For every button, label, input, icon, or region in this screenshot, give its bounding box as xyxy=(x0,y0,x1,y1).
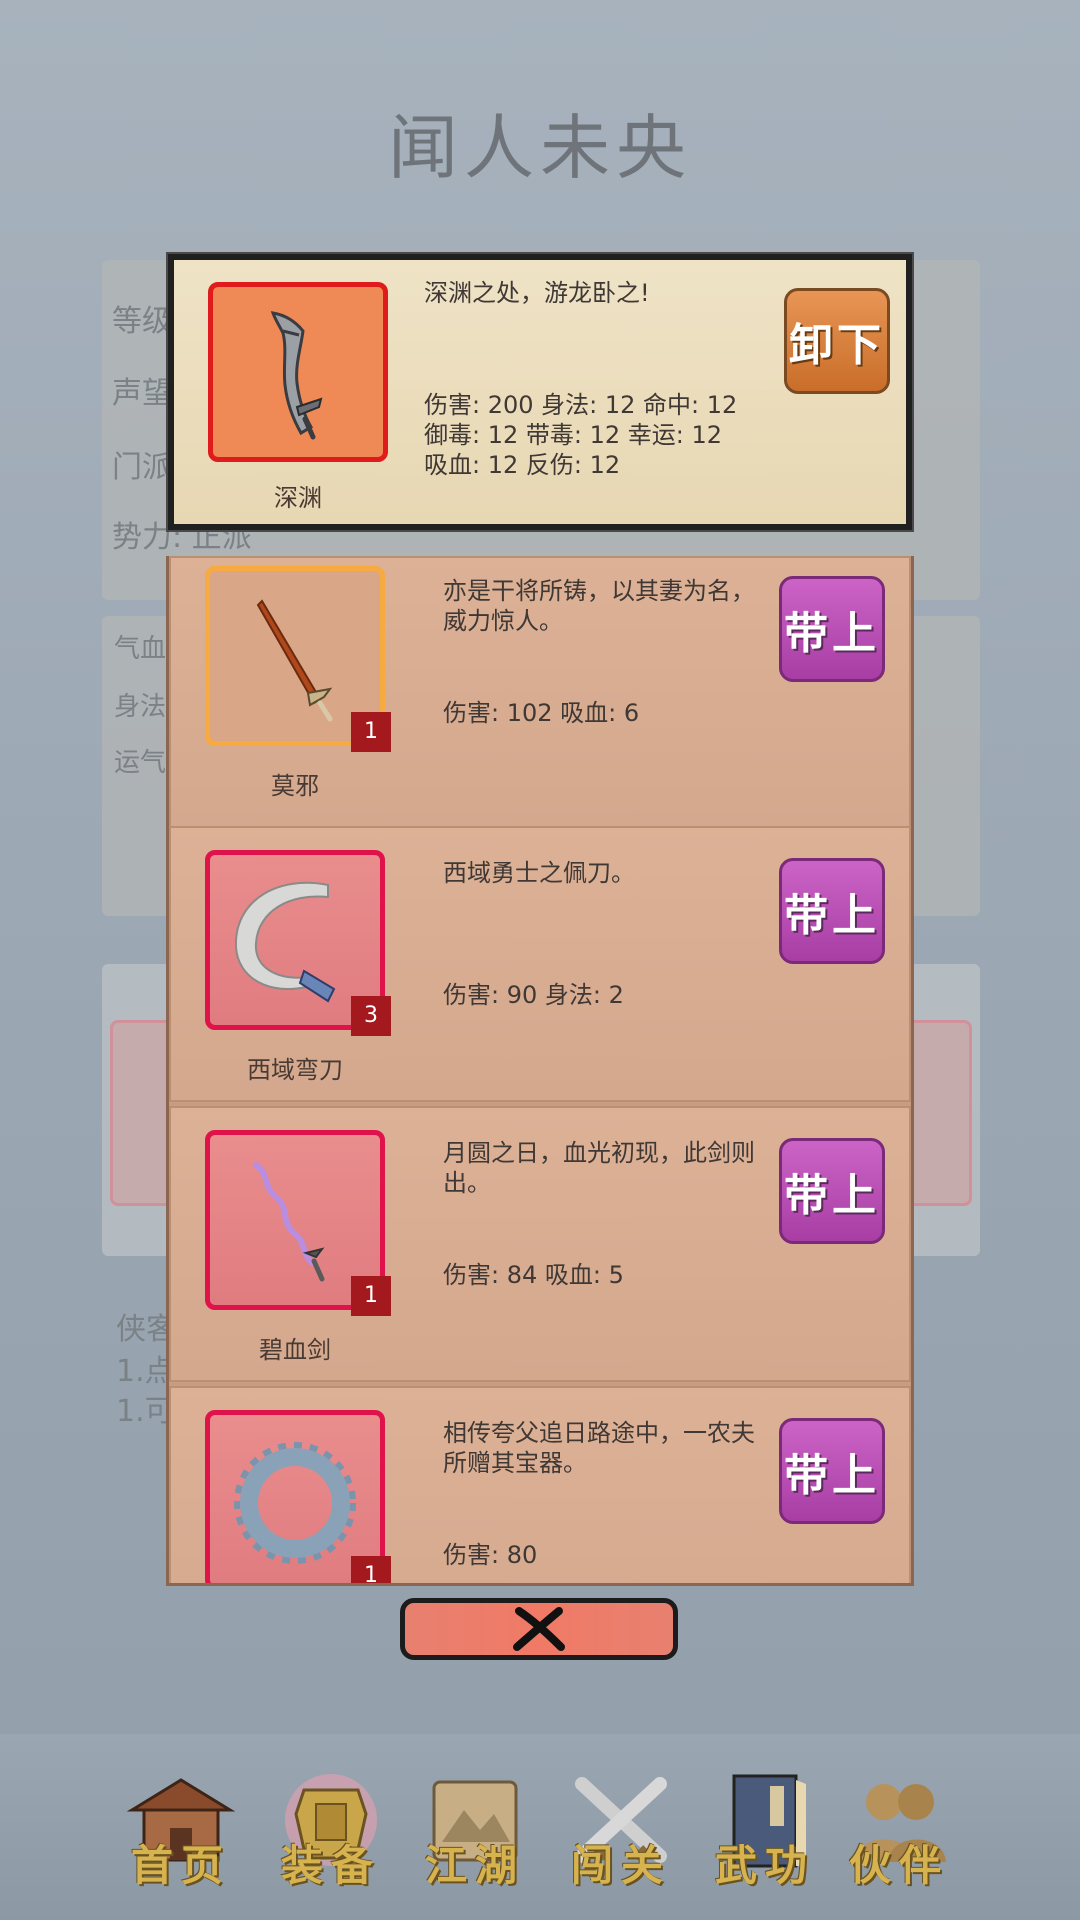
stat-row-agility: 身法 xyxy=(114,692,167,722)
equipped-item-name: 深渊 xyxy=(274,484,322,512)
inventory-item-row[interactable]: 3 西域弯刀 西域勇士之佩刀。 伤害: 90 身法: 2 带上 xyxy=(169,826,911,1102)
inventory-list[interactable]: 1 莫邪 亦是干将所铸，以其妻为名，威力惊人。 伤害: 102 吸血: 6 带上… xyxy=(166,556,914,1586)
info-row-fame: 声望 xyxy=(112,376,172,411)
stat-row-hp: 气血 xyxy=(114,634,167,664)
equipped-item-frame[interactable] xyxy=(208,282,388,462)
info-row-level: 等级 xyxy=(112,304,172,339)
item-stats: 伤害: 102 吸血: 6 xyxy=(443,699,640,727)
equip-button[interactable]: 带上 xyxy=(779,576,885,682)
nav-home[interactable]: 首页 xyxy=(116,1770,246,1900)
equip-button[interactable]: 带上 xyxy=(779,1418,885,1524)
item-description: 相传夸父追日路途中，一农夫所赠其宝器。 xyxy=(443,1419,755,1477)
close-x-icon xyxy=(513,1607,565,1651)
nav-equipment[interactable]: 装备 xyxy=(266,1770,396,1900)
inventory-item-row[interactable]: 1 相传夸父追日路途中，一农夫所赠其宝器。 伤害: 80 带上 xyxy=(169,1386,911,1583)
nav-companions-label: 伙伴 xyxy=(848,1841,949,1890)
item-count-badge: 1 xyxy=(351,1276,391,1316)
item-count-badge: 1 xyxy=(351,1556,391,1583)
item-stats: 伤害: 90 身法: 2 xyxy=(443,981,624,1009)
nav-home-label: 首页 xyxy=(130,1841,231,1890)
nav-challenge[interactable]: 闯关 xyxy=(556,1770,686,1900)
nav-challenge-label: 闯关 xyxy=(570,1841,671,1890)
item-count-badge: 3 xyxy=(351,996,391,1036)
item-count-badge: 1 xyxy=(351,712,391,752)
equipped-item-panel: 深渊 深渊之处，游龙卧之! 伤害: 200 身法: 12 命中: 12 御毒: … xyxy=(168,254,912,530)
nav-martial-arts[interactable]: 武功 xyxy=(700,1770,830,1900)
item-name: 西域弯刀 xyxy=(247,1056,343,1084)
equip-button[interactable]: 带上 xyxy=(779,1138,885,1244)
item-description: 亦是干将所铸，以其妻为名，威力惊人。 xyxy=(443,577,755,635)
info-row-sect: 门派 xyxy=(112,450,172,485)
nav-equipment-label: 装备 xyxy=(280,1841,381,1890)
unequip-button[interactable]: 卸下 xyxy=(784,288,890,394)
equipped-stat-line-2: 御毒: 12 带毒: 12 幸运: 12 xyxy=(424,421,723,449)
nav-martial-arts-label: 武功 xyxy=(714,1841,815,1890)
item-stats: 伤害: 84 吸血: 5 xyxy=(443,1261,624,1289)
equipped-stat-line-1: 伤害: 200 身法: 12 命中: 12 xyxy=(424,391,738,419)
stat-row-luck: 运气 xyxy=(114,748,167,778)
nav-companions[interactable]: 伙伴 xyxy=(834,1770,964,1900)
item-description: 月圆之日，血光初现，此剑则出。 xyxy=(443,1139,755,1197)
inventory-item-row[interactable]: 1 莫邪 亦是干将所铸，以其妻为名，威力惊人。 伤害: 102 吸血: 6 带上 xyxy=(169,556,911,832)
close-button[interactable] xyxy=(400,1598,678,1660)
dark-sword-icon xyxy=(270,311,323,440)
bottom-nav: 首页 装备 江湖 闯关 武功 伙伴 xyxy=(0,1734,1080,1920)
nav-jianghu-label: 江湖 xyxy=(424,1841,525,1890)
equip-button[interactable]: 带上 xyxy=(779,858,885,964)
item-description: 西域勇士之佩刀。 xyxy=(443,859,635,887)
nav-jianghu[interactable]: 江湖 xyxy=(410,1770,540,1900)
equipped-item-description: 深渊之处，游龙卧之! xyxy=(424,279,650,307)
item-stats: 伤害: 80 xyxy=(443,1541,538,1569)
inventory-item-row[interactable]: 1 碧血剑 月圆之日，血光初现，此剑则出。 伤害: 84 吸血: 5 带上 xyxy=(169,1106,911,1382)
item-name: 碧血剑 xyxy=(259,1336,331,1364)
character-name: 闻人未央 xyxy=(388,107,692,189)
equipped-stat-line-3: 吸血: 12 反伤: 12 xyxy=(424,451,621,479)
item-name: 莫邪 xyxy=(271,772,319,800)
